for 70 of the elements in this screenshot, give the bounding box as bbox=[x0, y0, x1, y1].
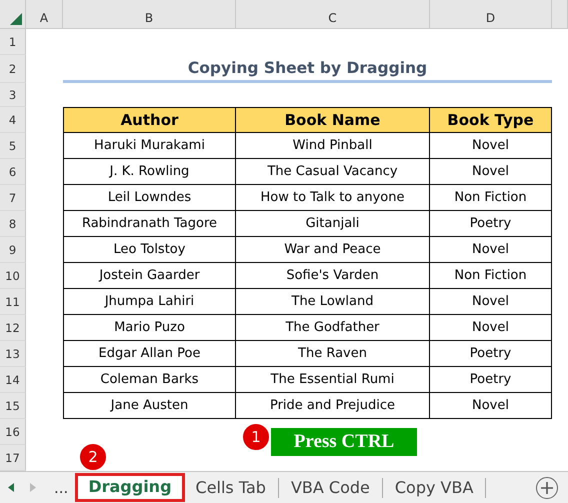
row-header[interactable]: 17 bbox=[0, 445, 26, 471]
table-cell: The Godfather bbox=[236, 315, 430, 341]
row-header[interactable]: 11 bbox=[0, 289, 26, 315]
table-cell: How to Talk to anyone bbox=[236, 185, 430, 211]
table-cell: Novel bbox=[430, 315, 552, 341]
row-header[interactable]: 3 bbox=[0, 83, 26, 107]
row-header[interactable]: 10 bbox=[0, 263, 26, 289]
table-cell: The Essential Rumi bbox=[236, 367, 430, 393]
column-heading: Author bbox=[63, 107, 236, 133]
table-cell: J. K. Rowling bbox=[63, 159, 236, 185]
row-header[interactable]: 2 bbox=[0, 55, 26, 83]
add-sheet-button[interactable] bbox=[536, 476, 558, 498]
row-header[interactable]: 6 bbox=[0, 159, 26, 185]
row-header[interactable]: 13 bbox=[0, 341, 26, 367]
table-cell: Leil Lowndes bbox=[63, 185, 236, 211]
plus-icon bbox=[541, 482, 553, 494]
column-heading: Book Name bbox=[236, 107, 430, 133]
table-cell: Haruki Murakami bbox=[63, 133, 236, 159]
column-header[interactable]: D bbox=[430, 0, 552, 29]
table-cell: Wind Pinball bbox=[236, 133, 430, 159]
table-cell: Gitanjali bbox=[236, 211, 430, 237]
table-cell: Poetry bbox=[430, 211, 552, 237]
row-header[interactable]: 8 bbox=[0, 211, 26, 237]
column-heading: Book Type bbox=[430, 107, 552, 133]
sheet-tab[interactable]: Dragging bbox=[76, 474, 184, 501]
table-cell: Non Fiction bbox=[430, 263, 552, 289]
row-header[interactable]: 5 bbox=[0, 133, 26, 159]
row-header[interactable]: 12 bbox=[0, 315, 26, 341]
table-cell: Non Fiction bbox=[430, 185, 552, 211]
sheet-tab[interactable]: Cells Tab bbox=[184, 478, 279, 498]
table-cell: Edgar Allan Poe bbox=[63, 341, 236, 367]
table-cell: Jane Austen bbox=[63, 393, 236, 419]
scroll-left-icon[interactable] bbox=[8, 483, 14, 492]
table-cell: Mario Puzo bbox=[63, 315, 236, 341]
sheet-title: Copying Sheet by Dragging bbox=[63, 55, 552, 83]
table-cell: Novel bbox=[430, 133, 552, 159]
table-cell: Leo Tolstoy bbox=[63, 237, 236, 263]
row-header[interactable]: 1 bbox=[0, 29, 26, 55]
press-ctrl-label: Press CTRL bbox=[271, 428, 417, 456]
table-cell: Poetry bbox=[430, 367, 552, 393]
column-header[interactable]: A bbox=[26, 0, 63, 29]
row-header[interactable]: 14 bbox=[0, 367, 26, 393]
table-cell: Novel bbox=[430, 159, 552, 185]
table-cell: Novel bbox=[430, 289, 552, 315]
table-cell: Sofie's Varden bbox=[236, 263, 430, 289]
table-cell: Novel bbox=[430, 237, 552, 263]
table-cell: The Casual Vacancy bbox=[236, 159, 430, 185]
row-header[interactable]: 9 bbox=[0, 237, 26, 263]
row-header[interactable]: 16 bbox=[0, 419, 26, 445]
table-cell: Jostein Gaarder bbox=[63, 263, 236, 289]
column-header[interactable]: C bbox=[236, 0, 430, 29]
table-cell: Novel bbox=[430, 393, 552, 419]
table-cell: The Lowland bbox=[236, 289, 430, 315]
step-badge: 2 bbox=[79, 443, 107, 471]
table-cell: The Raven bbox=[236, 341, 430, 367]
sheet-tab[interactable]: Copy VBA bbox=[382, 478, 486, 498]
table-cell: Pride and Prejudice bbox=[236, 393, 430, 419]
table-cell: Coleman Barks bbox=[63, 367, 236, 393]
step-badge: 1 bbox=[242, 423, 270, 451]
select-all-icon[interactable] bbox=[10, 13, 22, 25]
column-header[interactable]: B bbox=[63, 0, 236, 29]
row-header[interactable]: 4 bbox=[0, 107, 26, 133]
more-sheets[interactable]: ... bbox=[44, 478, 76, 496]
table-cell: Jhumpa Lahiri bbox=[63, 289, 236, 315]
table-cell: Rabindranath Tagore bbox=[63, 211, 236, 237]
sheet-tab[interactable]: VBA Code bbox=[278, 478, 383, 498]
table-cell: Poetry bbox=[430, 341, 552, 367]
table-cell: War and Peace bbox=[236, 237, 430, 263]
row-header[interactable]: 7 bbox=[0, 185, 26, 211]
row-header[interactable]: 15 bbox=[0, 393, 26, 419]
